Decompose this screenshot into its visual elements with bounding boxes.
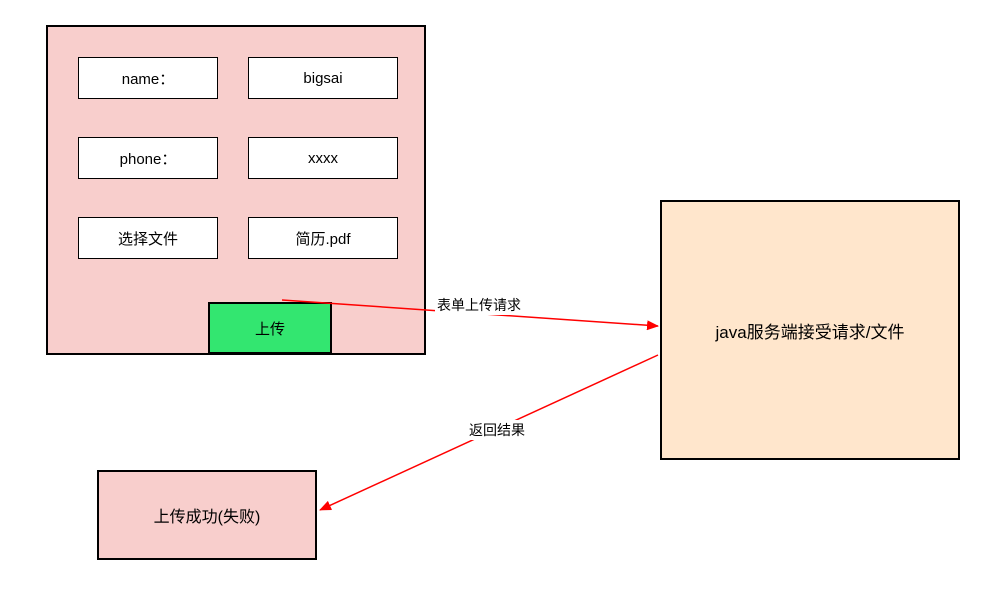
field-label-name: name： bbox=[78, 57, 218, 99]
edge-label-request: 表单上传请求 bbox=[435, 295, 523, 315]
field-value-text: 简历.pdf bbox=[295, 228, 350, 249]
field-value-text: bigsai bbox=[303, 70, 342, 87]
diagram-canvas: name： bigsai phone： xxxx 选择文件 简历.pdf 上传 … bbox=[0, 0, 992, 615]
field-label-file[interactable]: 选择文件 bbox=[78, 217, 218, 259]
field-label-phone: phone： bbox=[78, 137, 218, 179]
field-label-text: name： bbox=[122, 68, 175, 89]
server-label: java服务端接受请求/文件 bbox=[716, 318, 905, 343]
server-box: java服务端接受请求/文件 bbox=[660, 200, 960, 460]
edge-label-response: 返回结果 bbox=[467, 420, 527, 440]
upload-button[interactable]: 上传 bbox=[208, 302, 332, 354]
field-label-text: phone： bbox=[120, 148, 177, 169]
field-value-name: bigsai bbox=[248, 57, 398, 99]
field-value-phone: xxxx bbox=[248, 137, 398, 179]
form-panel: name： bigsai phone： xxxx 选择文件 简历.pdf 上传 bbox=[46, 25, 426, 355]
field-value-text: xxxx bbox=[308, 150, 338, 167]
result-box: 上传成功(失败) bbox=[97, 470, 317, 560]
field-value-file: 简历.pdf bbox=[248, 217, 398, 259]
field-label-text: 选择文件 bbox=[118, 228, 178, 249]
upload-button-label: 上传 bbox=[255, 318, 285, 339]
result-label: 上传成功(失败) bbox=[154, 503, 261, 527]
